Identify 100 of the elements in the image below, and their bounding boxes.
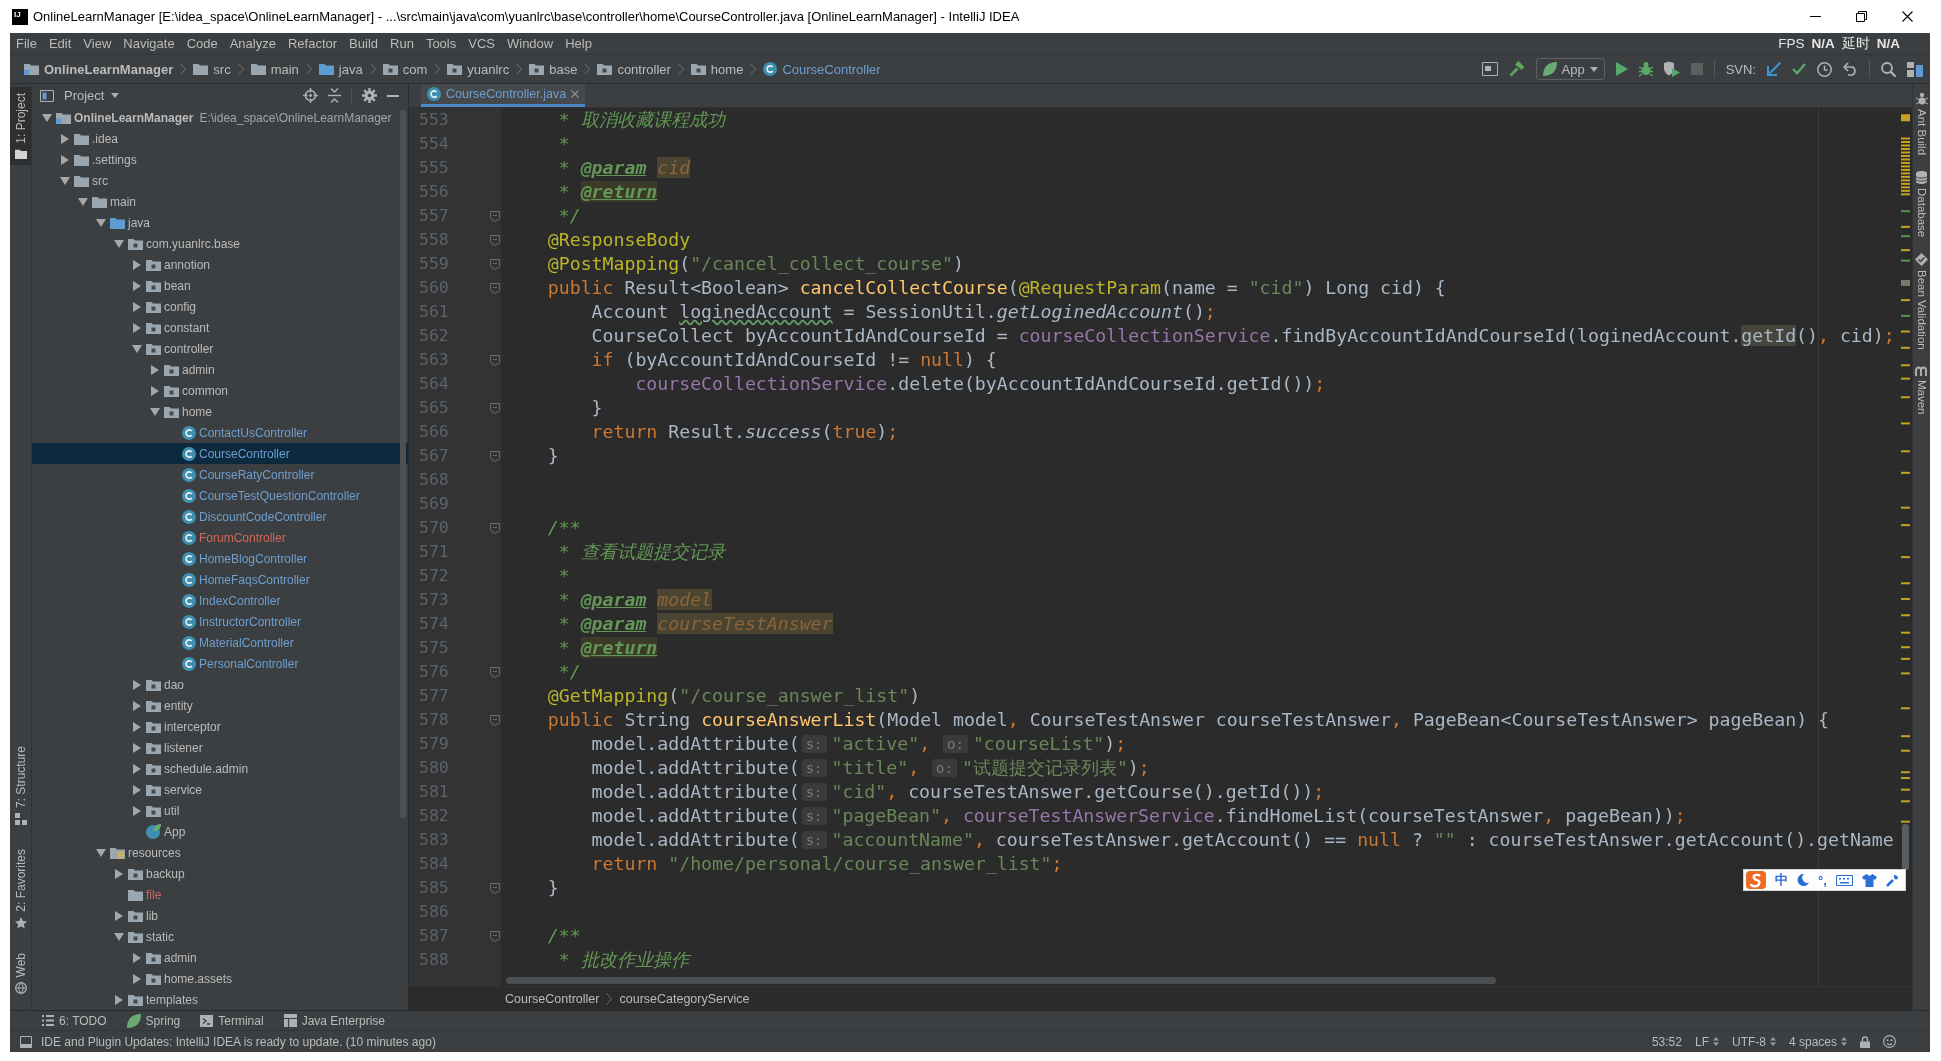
- tree-item[interactable]: util: [32, 800, 408, 821]
- window-icon[interactable]: [1481, 62, 1498, 76]
- wrench-icon[interactable]: [1885, 873, 1899, 887]
- caret-right-icon[interactable]: [133, 805, 141, 816]
- caret-down-icon[interactable]: [150, 407, 160, 416]
- breadcrumb-item[interactable]: yuanlrc: [447, 61, 510, 77]
- caret-right-icon[interactable]: [133, 679, 141, 690]
- tree-item[interactable]: common: [32, 380, 408, 401]
- tool-window-tab[interactable]: 7: Structure: [10, 739, 31, 831]
- caret-right-icon[interactable]: [133, 322, 141, 333]
- tree-item[interactable]: HomeBlogController: [32, 548, 408, 569]
- caret-right-icon[interactable]: [133, 952, 141, 963]
- menu-item[interactable]: Build: [343, 33, 384, 54]
- breadcrumb-item[interactable]: CourseController: [505, 991, 600, 1006]
- caret-down-icon[interactable]: [114, 239, 124, 248]
- caret-right-icon[interactable]: [133, 280, 141, 291]
- tree-item[interactable]: main: [32, 191, 408, 212]
- undo-icon[interactable]: [1843, 62, 1858, 76]
- lock-icon[interactable]: [1860, 1035, 1870, 1048]
- caret-right-icon[interactable]: [115, 910, 123, 921]
- tree-item[interactable]: dao: [32, 674, 408, 695]
- caret-down-icon[interactable]: [96, 848, 106, 857]
- tree-item[interactable]: .idea: [32, 128, 408, 149]
- breadcrumb-item[interactable]: com: [382, 61, 428, 77]
- tree-item[interactable]: CourseController: [32, 443, 408, 464]
- caret-right-icon[interactable]: [133, 301, 141, 312]
- scrollbar-thumb[interactable]: [400, 110, 406, 818]
- scrollbar-thumb[interactable]: [1902, 824, 1909, 870]
- tool-window-tab[interactable]: Bean Validation: [1915, 253, 1928, 350]
- tool-window-tab[interactable]: 1: Project: [10, 87, 31, 165]
- caret-right-icon[interactable]: [151, 385, 159, 396]
- panel-title-dropdown[interactable]: Project: [64, 88, 120, 103]
- tree-item[interactable]: InstructorController: [32, 611, 408, 632]
- breadcrumb-item[interactable]: controller: [597, 61, 671, 77]
- tree-item[interactable]: service: [32, 779, 408, 800]
- tree-item[interactable]: annotion: [32, 254, 408, 275]
- tree-item[interactable]: admin: [32, 947, 408, 968]
- caret-right-icon[interactable]: [133, 973, 141, 984]
- punctuation-toggle[interactable]: °,: [1818, 872, 1827, 888]
- tree-item[interactable]: OnlineLearnManager E:\idea_space\OnlineLearnManager: [32, 107, 408, 128]
- caret-right-icon[interactable]: [133, 784, 141, 795]
- breadcrumb-item[interactable]: OnlineLearnManager: [24, 61, 174, 77]
- moon-icon[interactable]: [1797, 874, 1809, 886]
- menu-item[interactable]: Refactor: [281, 33, 344, 54]
- caret-right-icon[interactable]: [61, 154, 69, 165]
- tree-item[interactable]: backup: [32, 863, 408, 884]
- menu-item[interactable]: Window: [500, 33, 560, 54]
- breadcrumb-item[interactable]: src: [193, 61, 231, 77]
- caret-right-icon[interactable]: [61, 133, 69, 144]
- run-config-dropdown[interactable]: App: [1535, 58, 1605, 80]
- fold-marker-icon[interactable]: [490, 450, 500, 462]
- caret-right-icon[interactable]: [133, 700, 141, 711]
- menu-item[interactable]: Analyze: [223, 33, 282, 54]
- tree-item[interactable]: ForumController: [32, 527, 408, 548]
- menu-item[interactable]: Code: [180, 33, 224, 54]
- shirt-icon[interactable]: [1861, 873, 1877, 887]
- caret-right-icon[interactable]: [133, 259, 141, 270]
- face-icon[interactable]: [1883, 1035, 1896, 1048]
- fold-marker-icon[interactable]: [490, 522, 500, 534]
- tree-item[interactable]: ContactUsController: [32, 422, 408, 443]
- fold-marker-icon[interactable]: [490, 282, 500, 294]
- tree-item[interactable]: lib: [32, 905, 408, 926]
- fold-marker-icon[interactable]: [490, 210, 500, 222]
- tree-item[interactable]: IndexController: [32, 590, 408, 611]
- menu-item[interactable]: Run: [384, 33, 420, 54]
- fold-marker-icon[interactable]: [490, 258, 500, 270]
- caret-down-icon[interactable]: [78, 197, 88, 206]
- caret-down-icon[interactable]: [96, 218, 106, 227]
- run-icon[interactable]: [1615, 62, 1628, 76]
- tool-window-tab[interactable]: Web: [10, 946, 31, 1000]
- minimize-icon[interactable]: [387, 94, 399, 97]
- line-separator-widget[interactable]: LF: [1694, 1034, 1719, 1049]
- fold-marker-icon[interactable]: [490, 402, 500, 414]
- fold-marker-icon[interactable]: [490, 882, 500, 894]
- tree-item[interactable]: CourseTestQuestionController: [32, 485, 408, 506]
- arrow-down-left-icon[interactable]: [1767, 62, 1781, 76]
- fold-marker-icon[interactable]: [490, 234, 500, 246]
- tree-item[interactable]: admin: [32, 359, 408, 380]
- tree-item[interactable]: DiscountCodeController: [32, 506, 408, 527]
- tree-item[interactable]: java: [32, 212, 408, 233]
- tree-item[interactable]: config: [32, 296, 408, 317]
- check-icon[interactable]: [1792, 63, 1806, 75]
- hammer-icon[interactable]: [1508, 61, 1525, 77]
- fold-marker-icon[interactable]: [490, 354, 500, 366]
- fold-marker-icon[interactable]: [490, 666, 500, 678]
- tree-item[interactable]: entity: [32, 695, 408, 716]
- tree-item[interactable]: constant: [32, 317, 408, 338]
- blocks-icon[interactable]: [1907, 61, 1923, 77]
- s-logo-icon[interactable]: [1746, 871, 1766, 889]
- editor-tab[interactable]: CourseController.java: [421, 84, 586, 107]
- bug-icon[interactable]: [1638, 61, 1653, 77]
- menu-item[interactable]: Help: [559, 33, 598, 54]
- caret-down-icon[interactable]: [42, 113, 52, 122]
- tree-item[interactable]: bean: [32, 275, 408, 296]
- breadcrumb-item[interactable]: CourseController: [763, 61, 881, 77]
- encoding-widget[interactable]: UTF-8: [1731, 1034, 1776, 1049]
- caret-down-icon[interactable]: [60, 176, 70, 185]
- scrollbar-thumb[interactable]: [506, 977, 1496, 984]
- tree-item[interactable]: CourseRatyController: [32, 464, 408, 485]
- crosshair-icon[interactable]: [303, 88, 318, 103]
